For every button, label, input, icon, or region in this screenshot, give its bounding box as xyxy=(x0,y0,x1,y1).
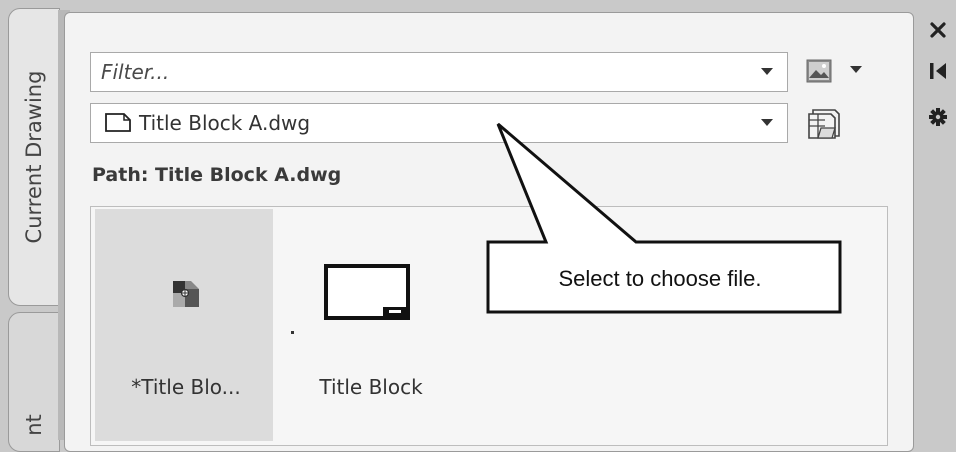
title-block-icon xyxy=(324,264,410,320)
file-select-value: Title Block A.dwg xyxy=(139,111,311,135)
image-icon[interactable] xyxy=(806,58,832,84)
block-tile[interactable]: *Title Blo... xyxy=(95,209,273,441)
block-tile-label: *Title Blo... xyxy=(131,375,241,399)
path-label: Path: Title Block A.dwg xyxy=(92,164,342,186)
file-icon xyxy=(105,113,131,132)
tab-second[interactable]: nt xyxy=(8,312,60,452)
dot-marker xyxy=(291,331,294,334)
block-icon xyxy=(173,281,199,307)
filter-combo[interactable]: Filter... xyxy=(90,52,788,92)
image-dropdown-chevron-icon[interactable] xyxy=(850,66,862,73)
gear-icon[interactable] xyxy=(924,104,952,130)
chevron-down-icon[interactable] xyxy=(761,68,773,75)
close-icon[interactable] xyxy=(924,18,952,44)
tab-current-drawing[interactable]: Current Drawing xyxy=(8,8,60,306)
block-tile-label: Title Block xyxy=(319,375,423,399)
callout-text: Select to choose file. xyxy=(558,266,762,291)
filter-placeholder: Filter... xyxy=(101,60,170,84)
block-tile[interactable]: Title Block xyxy=(281,207,461,443)
tab-current-drawing-label: Current Drawing xyxy=(22,70,46,244)
pin-icon[interactable] xyxy=(924,58,952,84)
tab-second-label: nt xyxy=(22,414,46,436)
